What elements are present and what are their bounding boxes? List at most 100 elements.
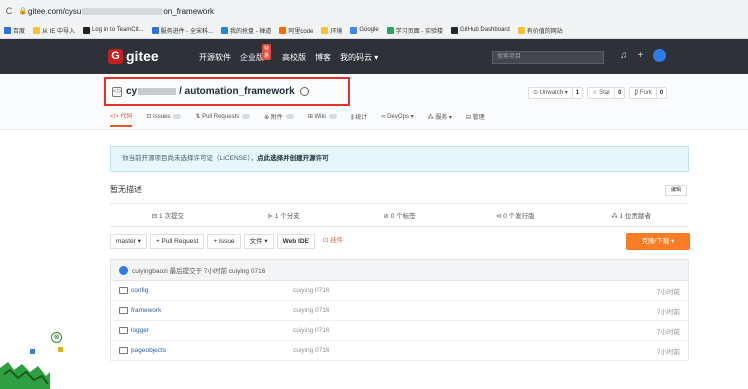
tab-pull-requests[interactable]: ⇅ Pull Requests (195, 111, 251, 127)
bookmark-favicon-icon (279, 26, 287, 34)
bookmark-label: 环境 (330, 28, 343, 35)
bookmark-item[interactable]: Log in to TeamCit... (83, 26, 144, 34)
bookmark-favicon-icon (4, 26, 11, 34)
file-row[interactable]: config cuiying 0716 7小时前 (110, 281, 689, 301)
close-circle-icon[interactable]: ⊗ (51, 332, 62, 343)
bookmark-item[interactable]: 服务进件 - 全宋科... (151, 26, 213, 35)
pull-request-button[interactable]: + Pull Request (149, 234, 205, 249)
tab-stats[interactable]: ⫼ 统计 (351, 111, 367, 127)
license-notice: 你当前开源项目尚未选择许可证（LICENSE），点此选择并创建开源许可 (110, 146, 689, 172)
file-name[interactable]: config (131, 287, 148, 294)
star-button[interactable]: ☆ Star 0 (587, 87, 626, 99)
bookmark-item[interactable]: 学习页面 - 实验楼 (386, 26, 444, 35)
repo-description: 暂无描述 (110, 185, 142, 194)
file-name[interactable]: framework (131, 307, 161, 314)
repo-toolbar: master ▾ + Pull Request + Issue 文件 ▾ Web… (110, 233, 689, 250)
bookmark-favicon-icon (33, 26, 41, 34)
file-row[interactable]: logger cuiying 0716 7小时前 (110, 321, 689, 341)
top-icons: ♫ + (620, 49, 676, 62)
file-commit[interactable]: cuiying 0716 (293, 287, 330, 294)
bookmark-favicon-icon (321, 26, 329, 34)
file-name[interactable]: logger (131, 327, 149, 334)
stat-releases[interactable]: ⊲ 0 个发行版 (457, 210, 573, 220)
bookmark-item[interactable]: 我的抢盘 - 禅道 (220, 26, 272, 35)
tab-issues[interactable]: ⊡ Issues (146, 111, 182, 127)
tab-attachments[interactable]: ⊕ 附件 (264, 111, 294, 127)
folder-icon (119, 307, 128, 314)
tab-services[interactable]: ⁂ 服务 ▾ (428, 111, 452, 127)
bookmark-item[interactable]: 阿里code (279, 26, 313, 35)
unwatch-button[interactable]: ⊙ Unwatch ▾ 1 (528, 87, 584, 99)
widget-button[interactable]: ⊡ 挂件 (317, 234, 349, 249)
nav-link-mycode[interactable]: 我的码云 ▾ (340, 52, 378, 63)
file-commit[interactable]: cuiying 0716 (293, 347, 330, 354)
folder-icon (119, 347, 128, 354)
bookmark-favicon-icon (451, 26, 459, 34)
bookmark-item[interactable]: 环境 (321, 26, 342, 35)
stat-tags[interactable]: ⊘ 0 个标签 (342, 210, 458, 220)
bookmark-label: 学习页面 - 实验楼 (395, 28, 444, 35)
file-time: 7小时前 (656, 308, 680, 316)
bookmark-favicon-icon (386, 26, 394, 34)
stat-commits[interactable]: ⊟ 1 次提交 (110, 210, 226, 220)
url-text[interactable]: gitee.com/cysu on_framework (28, 7, 214, 16)
web-ide-button[interactable]: Web IDE (276, 234, 315, 249)
bookmark-label: 百度 (13, 28, 26, 35)
latest-commit: cuiyingbaozi 最后提交于 7小时前 cuiying 0716 (110, 259, 689, 281)
stat-contributors[interactable]: ⁂ 1 位贡献者 (573, 210, 689, 220)
gitee-logo[interactable]: G gitee (108, 48, 159, 64)
new-issue-button[interactable]: + Issue (207, 234, 241, 249)
commit-info[interactable]: cuiyingbaozi 最后提交于 7小时前 cuiying 0716 (132, 265, 265, 275)
plus-icon[interactable]: + (638, 50, 644, 61)
nav-link-blog[interactable]: 博客 (315, 52, 331, 63)
avatar[interactable] (653, 49, 667, 62)
bookmark-item[interactable]: Google (350, 26, 379, 34)
file-time: 7小时前 (656, 288, 680, 296)
green-graphic (0, 362, 50, 389)
address-bar[interactable]: C 🔒 gitee.com/cysu on_framework (0, 0, 748, 22)
gitee-logo-icon: G (108, 48, 123, 64)
file-list: config cuiying 0716 7小时前 framework cuiying 0… (110, 281, 689, 361)
bookmarks-bar: 百度 从 IE 中导入 Log in to TeamCit... 服务进件 - 全宋科… (0, 22, 748, 39)
highlight-box (104, 77, 350, 106)
nav-link-edu[interactable]: 高校版 (282, 52, 306, 63)
bookmark-label: 阿里code (288, 28, 314, 35)
nav-link-opensource[interactable]: 开源软件 (199, 52, 231, 63)
bookmark-item[interactable]: 从 IE 中导入 (33, 26, 75, 35)
bookmark-label: 从 IE 中导入 (42, 28, 76, 35)
bookmark-item[interactable]: 百度 (4, 26, 25, 35)
fork-button[interactable]: Ƿ Fork 0 (629, 87, 668, 99)
license-link[interactable]: 点此选择并创建开源许可 (257, 155, 329, 162)
bookmark-label: GitHub Dashboard (460, 27, 510, 33)
bookmark-item[interactable]: 有价值的网站 (517, 26, 563, 35)
tab-wiki[interactable]: ⊞ Wiki (308, 111, 337, 127)
tab-devops[interactable]: ∞ DevOps ▾ (381, 111, 413, 127)
file-menu-button[interactable]: 文件 ▾ (243, 234, 274, 249)
yellow-square-icon (58, 347, 63, 352)
file-commit[interactable]: cuiying 0716 (293, 327, 330, 334)
file-row[interactable]: pageobjects cuiying 0716 7小时前 (110, 341, 689, 361)
edit-description-button[interactable]: 编辑 (665, 185, 687, 196)
notification-bell-icon[interactable]: ♫ (620, 50, 628, 61)
file-time: 7小时前 (656, 348, 680, 356)
gitee-logo-text: gitee (126, 48, 159, 64)
nav-link-enterprise[interactable]: 企业版 特惠 (240, 44, 273, 63)
bookmark-item[interactable]: GitHub Dashboard (451, 26, 510, 34)
reload-icon[interactable]: C (0, 6, 18, 16)
file-row[interactable]: framework cuiying 0716 7小时前 (110, 301, 689, 321)
repo-actions: ⊙ Unwatch ▾ 1 ☆ Star 0 Ƿ Fork 0 (528, 87, 671, 99)
tab-manage[interactable]: ⊟ 管理 (466, 111, 485, 127)
file-time: 7小时前 (656, 328, 680, 336)
search-input[interactable]: 搜索项目 (492, 51, 604, 64)
bookmark-label: 我的抢盘 - 禅道 (229, 28, 272, 35)
tab-code[interactable]: </> 代码 (110, 111, 133, 127)
clone-download-button[interactable]: 克隆/下载 ▾ (626, 233, 690, 250)
bookmark-favicon-icon (517, 26, 525, 34)
bookmark-label: Log in to TeamCit... (92, 27, 144, 33)
bookmark-label: Google (359, 27, 379, 33)
branch-select[interactable]: master ▾ (110, 234, 147, 249)
stat-branches[interactable]: ⊱ 1 个分支 (226, 210, 342, 220)
file-name[interactable]: pageobjects (131, 347, 166, 354)
repo-stats: ⊟ 1 次提交 ⊱ 1 个分支 ⊘ 0 个标签 ⊲ 0 个发行版 ⁂ 1 位贡献… (110, 203, 689, 227)
file-commit[interactable]: cuiying 0716 (293, 307, 330, 314)
